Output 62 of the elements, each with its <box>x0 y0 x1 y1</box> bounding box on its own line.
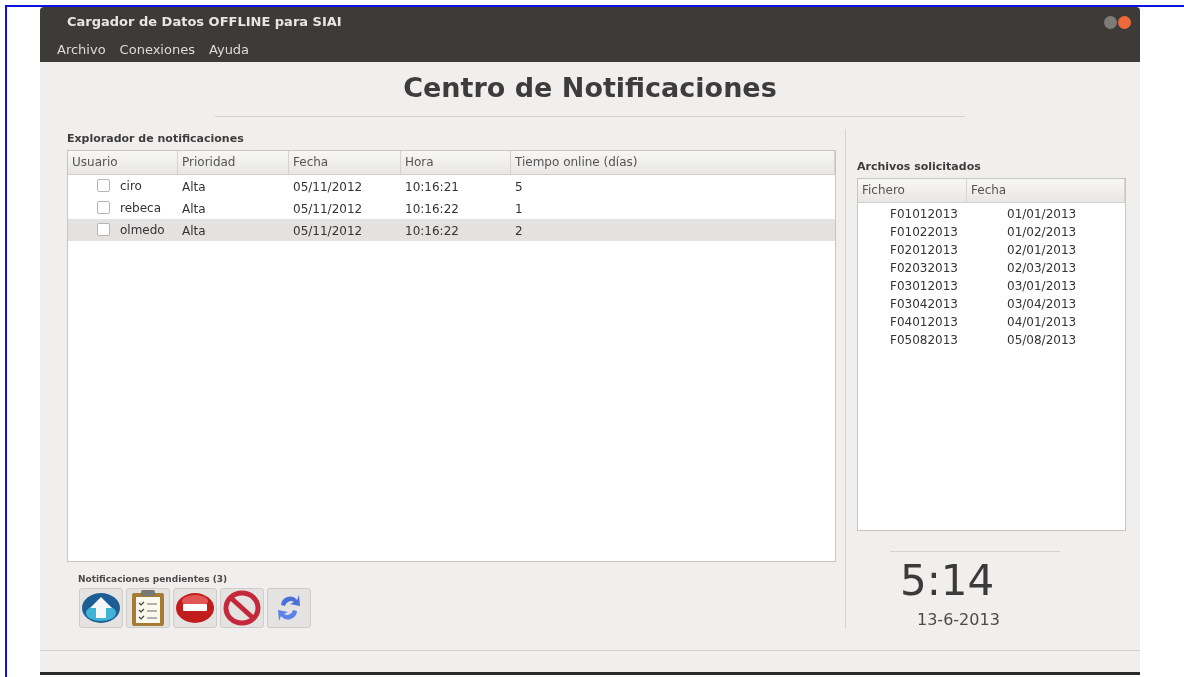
table-cell: 05/11/2012 <box>293 201 363 216</box>
table-cell-text: rebeca <box>120 199 161 217</box>
column-header[interactable]: Fecha <box>289 150 401 174</box>
section-label: Explorador de notificaciones <box>67 131 245 147</box>
page-heading: Centro de Notificaciones <box>403 71 777 105</box>
table-cell: 10:16:22 <box>405 201 459 216</box>
clock-time: 5:14 <box>900 557 996 604</box>
table-cell-text: 01/02/2013 <box>1006 223 1078 241</box>
column-header[interactable]: Hora <box>401 150 511 174</box>
checkbox[interactable] <box>97 201 110 214</box>
table-cell: 10:16:21 <box>405 179 459 194</box>
column-header[interactable]: Tiempo online (días) <box>511 150 835 174</box>
table-cell: 5 <box>515 179 523 194</box>
table-cell-text: 04/01/2013 <box>1006 313 1078 331</box>
table-cell-text: F02032013 <box>889 259 959 277</box>
table-cell-text: 01/01/2013 <box>1006 205 1078 223</box>
toolbar-button[interactable] <box>79 588 123 628</box>
minimize-button[interactable] <box>1104 15 1117 29</box>
minus-icon <box>175 591 215 625</box>
table-cell-text: olmedo <box>120 221 165 239</box>
menu-item[interactable]: Ayuda <box>208 39 250 60</box>
table-cell: 1 <box>515 201 523 216</box>
table-cell: 2 <box>515 223 523 238</box>
menu-item[interactable]: Conexiones <box>119 39 195 60</box>
window-title: Cargador de Datos OFFLINE para SIAI <box>67 13 342 32</box>
column-header[interactable]: Fichero <box>858 178 967 202</box>
table-cell: 05/11/2012 <box>293 223 363 238</box>
table-cell-text: F02012013 <box>889 241 959 259</box>
column-header[interactable]: Usuario <box>68 150 178 174</box>
column-header[interactable]: Prioridad <box>178 150 289 174</box>
table-cell: 05/11/2012 <box>293 179 363 194</box>
table-cell-text: F01012013 <box>889 205 959 223</box>
table-cell-text: 03/04/2013 <box>1006 295 1078 313</box>
toolbar-button[interactable] <box>267 588 311 628</box>
table-cell-text: 05/08/2013 <box>1006 331 1078 349</box>
toolbar-button[interactable] <box>126 588 170 628</box>
table-cell-text: 02/03/2013 <box>1006 259 1078 277</box>
table-cell: Alta <box>182 223 206 238</box>
table-row[interactable]: olmedo Alta 05/11/2012 10:16:22 2 <box>68 218 835 241</box>
toolbar-button[interactable] <box>220 588 264 628</box>
table-cell: Alta <box>182 201 206 216</box>
section-label: Notificaciones pendientes (3) <box>78 572 229 586</box>
table-cell-text: F03012013 <box>889 277 959 295</box>
table-cell-text: F05082013 <box>889 331 959 349</box>
clock-date: 13-6-2013 <box>917 608 1001 631</box>
toolbar-button[interactable] <box>173 588 217 628</box>
table-cell-text: F03042013 <box>889 295 959 313</box>
no-entry-icon <box>223 590 261 626</box>
table-cell-text: 02/01/2013 <box>1006 241 1078 259</box>
table-cell: 10:16:22 <box>405 223 459 238</box>
table-cell-text: F04012013 <box>889 313 959 331</box>
table-cell-text: ciro <box>120 177 142 195</box>
table-cell: Alta <box>182 179 206 194</box>
clipboard-icon <box>130 589 166 627</box>
column-header[interactable]: Fecha <box>967 178 1125 202</box>
checkbox[interactable] <box>97 223 110 236</box>
close-button[interactable] <box>1118 15 1131 29</box>
menu-item[interactable]: Archivo <box>57 39 106 60</box>
table-cell-text: 03/01/2013 <box>1006 277 1078 295</box>
section-label: Archivos solicitados <box>857 159 982 175</box>
table-cell-text: F01022013 <box>889 223 959 241</box>
checkbox[interactable] <box>97 179 110 192</box>
